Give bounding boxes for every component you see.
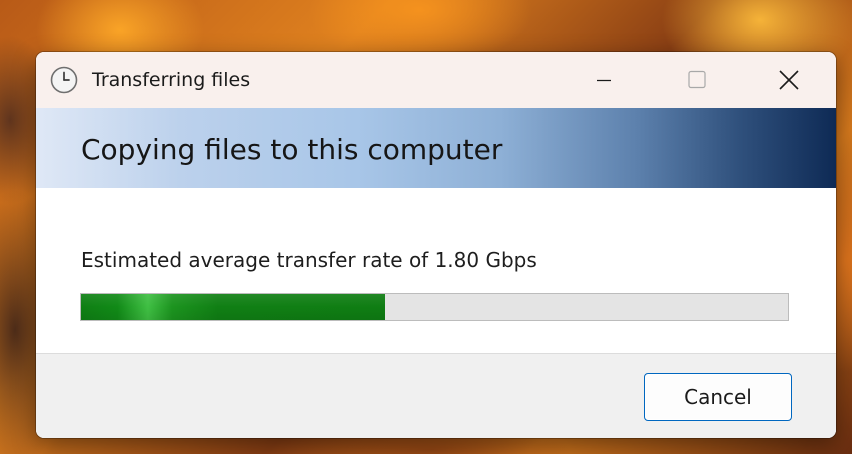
title-bar[interactable]: Transferring files bbox=[36, 52, 836, 108]
transfer-rate-text: Estimated average transfer rate of 1.80 … bbox=[81, 248, 537, 272]
desktop-background: Transferring files Copying files to this… bbox=[0, 0, 852, 454]
window-title: Transferring files bbox=[92, 69, 251, 91]
banner-heading: Copying files to this computer bbox=[81, 133, 503, 166]
maximize-icon bbox=[688, 70, 706, 89]
transfer-content: Estimated average transfer rate of 1.80 … bbox=[36, 188, 836, 353]
transfer-dialog: Transferring files Copying files to this… bbox=[36, 52, 836, 438]
minimize-icon bbox=[597, 79, 611, 82]
header-banner: Copying files to this computer bbox=[36, 108, 836, 188]
clock-icon bbox=[50, 66, 78, 94]
close-button[interactable] bbox=[766, 52, 812, 108]
progress-bar-fill bbox=[81, 294, 385, 320]
dialog-footer: Cancel bbox=[36, 353, 836, 438]
progress-bar bbox=[80, 293, 789, 321]
maximize-button bbox=[674, 52, 720, 108]
close-icon bbox=[779, 70, 799, 90]
cancel-button[interactable]: Cancel bbox=[644, 373, 792, 421]
minimize-button[interactable] bbox=[581, 52, 627, 108]
